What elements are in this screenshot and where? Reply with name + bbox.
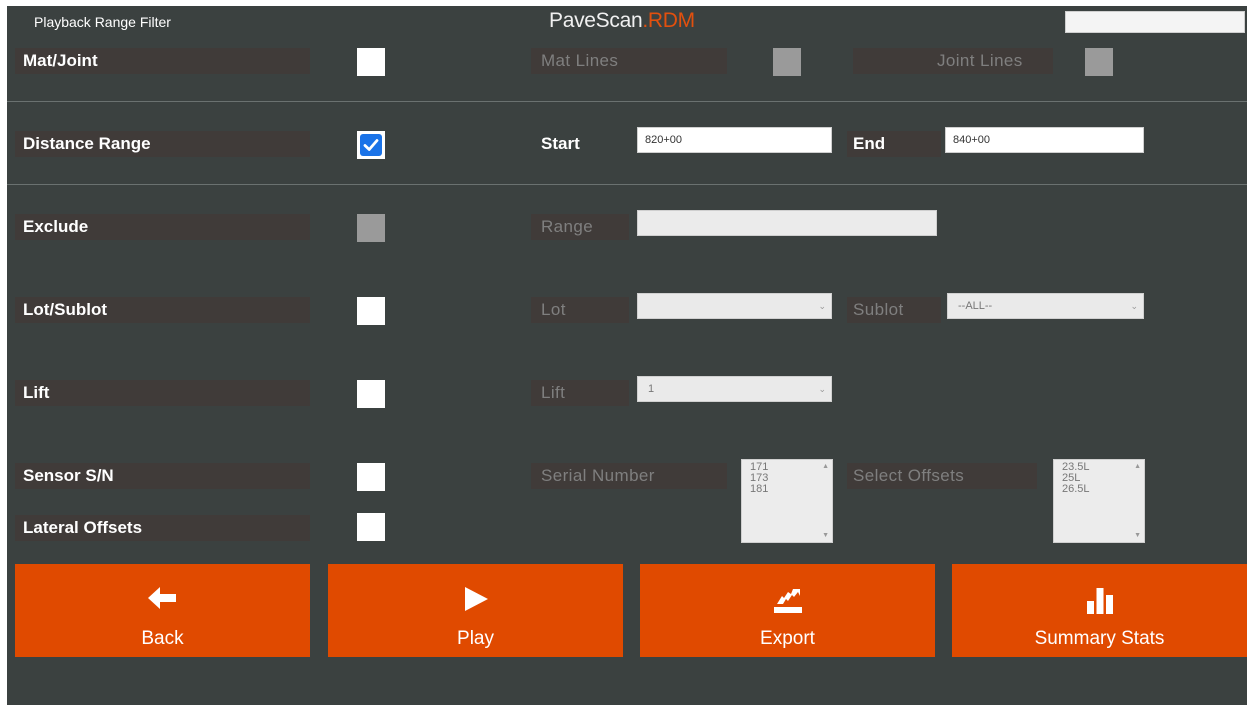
arrow-left-icon bbox=[147, 586, 178, 615]
lift-select-value: 1 bbox=[648, 383, 655, 395]
end-input[interactable]: 840+00 bbox=[945, 127, 1144, 153]
lift-select[interactable]: 1 ⌄ bbox=[637, 376, 832, 402]
row-label-background bbox=[15, 380, 310, 406]
summary-stats-button-label: Summary Stats bbox=[1034, 628, 1165, 649]
lateral-offsets-label: Lateral Offsets bbox=[23, 518, 143, 537]
scroll-up-icon[interactable]: ▲ bbox=[1134, 461, 1141, 472]
list-item[interactable]: 181 bbox=[750, 484, 832, 495]
joint-lines-label: Joint Lines bbox=[937, 51, 1023, 70]
lift-label: Lift bbox=[541, 383, 566, 402]
sensor-sn-label: Sensor S/N bbox=[23, 466, 114, 485]
lift-row-label: Lift bbox=[23, 383, 50, 402]
scroll-down-icon[interactable]: ▼ bbox=[822, 530, 829, 541]
search-input[interactable] bbox=[1065, 11, 1245, 33]
range-label: Range bbox=[541, 217, 594, 236]
start-label: Start bbox=[541, 134, 580, 153]
chevron-down-icon: ⌄ bbox=[818, 301, 826, 311]
window-title: Playback Range Filter bbox=[34, 14, 171, 30]
range-input[interactable] bbox=[637, 210, 937, 236]
scroll-up-icon[interactable]: ▲ bbox=[822, 461, 829, 472]
lot-sublot-label: Lot/Sublot bbox=[23, 300, 108, 319]
start-input[interactable]: 820+00 bbox=[637, 127, 832, 153]
distance-range-checkbox[interactable] bbox=[357, 131, 385, 159]
play-icon bbox=[463, 586, 489, 617]
serial-number-list[interactable]: 171 173 181 ▲ ▼ bbox=[741, 459, 833, 543]
chevron-down-icon: ⌄ bbox=[1130, 301, 1138, 311]
scroll-down-icon[interactable]: ▼ bbox=[1134, 530, 1141, 541]
serial-number-label: Serial Number bbox=[541, 466, 655, 485]
sublot-label: Sublot bbox=[853, 300, 904, 319]
pavescan-logo: PaveScan.RDM bbox=[549, 9, 695, 32]
back-button[interactable]: Back bbox=[15, 564, 310, 657]
section-divider bbox=[7, 184, 1247, 185]
play-button-label: Play bbox=[457, 628, 494, 649]
select-offsets-list[interactable]: 23.5L 25L 26.5L ▲ ▼ bbox=[1053, 459, 1145, 543]
sublot-select-value: --ALL-- bbox=[958, 300, 993, 312]
lift-checkbox[interactable] bbox=[357, 380, 385, 408]
lot-select[interactable]: ⌄ bbox=[637, 293, 832, 319]
summary-stats-button[interactable]: Summary Stats bbox=[952, 564, 1247, 657]
chevron-down-icon: ⌄ bbox=[818, 384, 826, 394]
back-button-label: Back bbox=[141, 628, 184, 649]
lot-label: Lot bbox=[541, 300, 566, 319]
exclude-checkbox[interactable] bbox=[357, 214, 385, 242]
select-offsets-label: Select Offsets bbox=[853, 466, 965, 485]
mat-joint-checkbox[interactable] bbox=[357, 48, 385, 76]
joint-lines-checkbox[interactable] bbox=[1085, 48, 1113, 76]
header-bar: Playback Range Filter PaveScan.RDM bbox=[7, 6, 1247, 36]
app-window: Playback Range Filter PaveScan.RDM Mat/J… bbox=[7, 6, 1247, 705]
mat-joint-label: Mat/Joint bbox=[23, 51, 98, 70]
distance-range-label: Distance Range bbox=[23, 134, 151, 153]
mat-lines-label: Mat Lines bbox=[541, 51, 619, 70]
export-button[interactable]: Export bbox=[640, 564, 935, 657]
play-button[interactable]: Play bbox=[328, 564, 623, 657]
checkmark-icon bbox=[360, 134, 382, 156]
mat-lines-checkbox[interactable] bbox=[773, 48, 801, 76]
sublot-select[interactable]: --ALL-- ⌄ bbox=[947, 293, 1144, 319]
export-icon bbox=[773, 586, 802, 619]
bar-chart-icon bbox=[1086, 586, 1113, 619]
lateral-offsets-checkbox[interactable] bbox=[357, 513, 385, 541]
section-divider bbox=[7, 101, 1247, 102]
export-button-label: Export bbox=[760, 628, 815, 649]
list-item[interactable]: 26.5L bbox=[1062, 484, 1144, 495]
sensor-sn-checkbox[interactable] bbox=[357, 463, 385, 491]
lot-sublot-checkbox[interactable] bbox=[357, 297, 385, 325]
exclude-label: Exclude bbox=[23, 217, 89, 236]
end-label: End bbox=[853, 134, 886, 153]
